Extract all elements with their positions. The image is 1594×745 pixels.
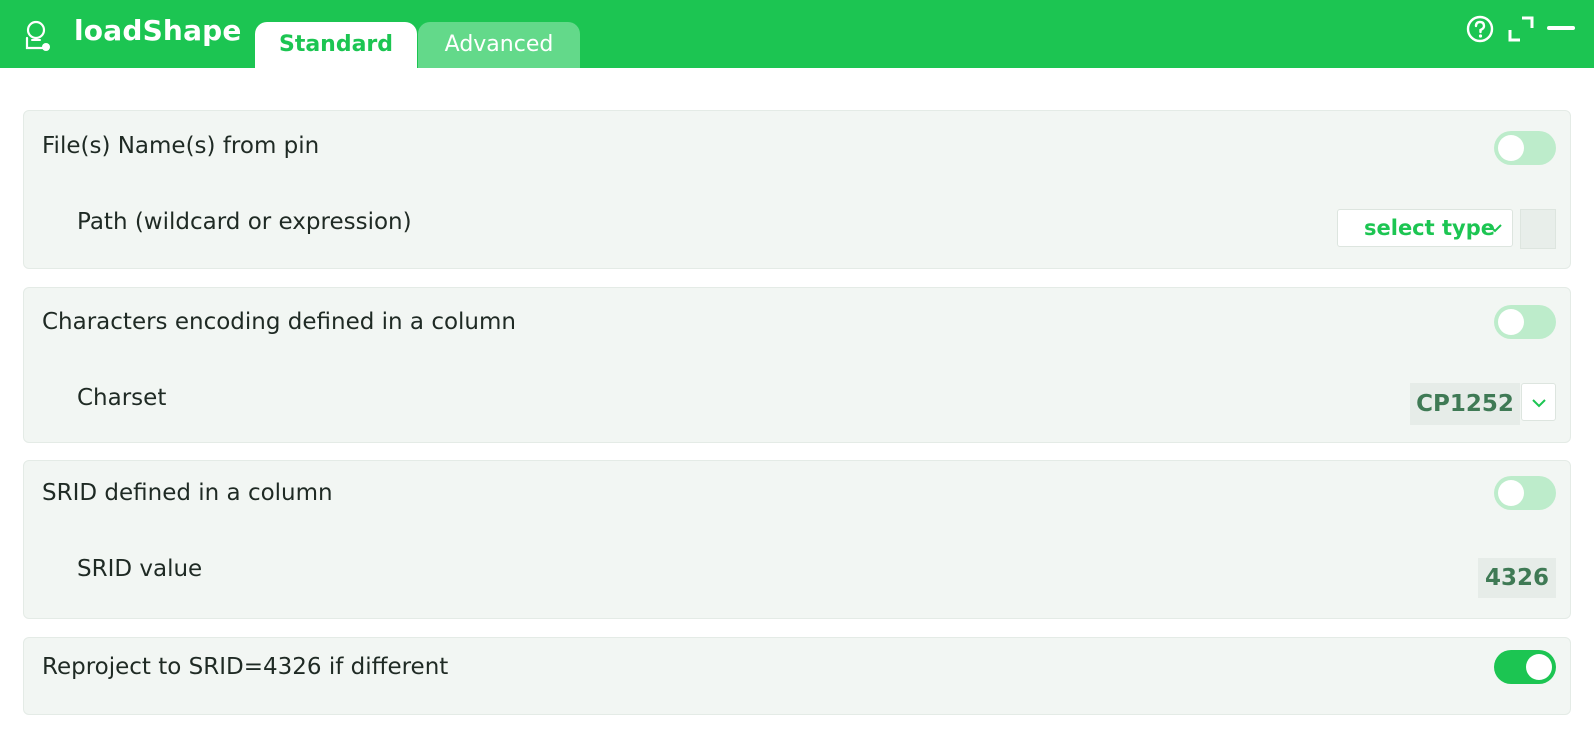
path-label: Path (wildcard or expression) xyxy=(77,209,412,235)
srid-panel: SRID defined in a column SRID value 4326 xyxy=(23,460,1571,619)
srid-value-label: SRID value xyxy=(77,556,203,582)
srid-column-label: SRID defined in a column xyxy=(42,480,333,506)
reproject-panel: Reproject to SRID=4326 if different xyxy=(23,637,1571,715)
top-bar: loadShape Standard Advanced xyxy=(0,0,1594,68)
minimize-icon[interactable] xyxy=(1546,14,1576,44)
reproject-label: Reproject to SRID=4326 if different xyxy=(42,654,449,680)
path-input[interactable] xyxy=(1520,209,1556,249)
charset-value[interactable]: CP1252 xyxy=(1410,383,1520,425)
charset-dropdown-button[interactable] xyxy=(1521,383,1556,421)
file-names-toggle[interactable] xyxy=(1494,131,1556,165)
shape-loader-icon xyxy=(25,20,50,51)
toggle-knob xyxy=(1498,480,1524,506)
help-icon[interactable] xyxy=(1465,14,1495,44)
maximize-icon[interactable] xyxy=(1506,14,1536,44)
tab-advanced[interactable]: Advanced xyxy=(418,22,580,68)
encoding-label: Characters encoding defined in a column xyxy=(42,309,516,335)
toggle-knob xyxy=(1498,135,1524,161)
chevron-down-icon xyxy=(1532,399,1546,408)
tab-standard[interactable]: Standard xyxy=(255,22,417,68)
toggle-knob xyxy=(1498,309,1524,335)
file-names-label: File(s) Name(s) from pin xyxy=(42,133,320,159)
srid-value-input[interactable]: 4326 xyxy=(1478,558,1556,598)
charset-label: Charset xyxy=(77,385,167,411)
encoding-panel: Characters encoding defined in a column … xyxy=(23,287,1571,443)
path-type-select[interactable]: select type xyxy=(1337,209,1513,247)
toggle-knob xyxy=(1526,654,1552,680)
app-title: loadShape xyxy=(74,14,242,47)
reproject-toggle[interactable] xyxy=(1494,650,1556,684)
file-names-panel: File(s) Name(s) from pin Path (wildcard … xyxy=(23,110,1571,269)
encoding-toggle[interactable] xyxy=(1494,305,1556,339)
path-type-select-label: select type xyxy=(1364,216,1495,240)
srid-column-toggle[interactable] xyxy=(1494,476,1556,510)
chevron-down-icon xyxy=(1488,224,1502,233)
